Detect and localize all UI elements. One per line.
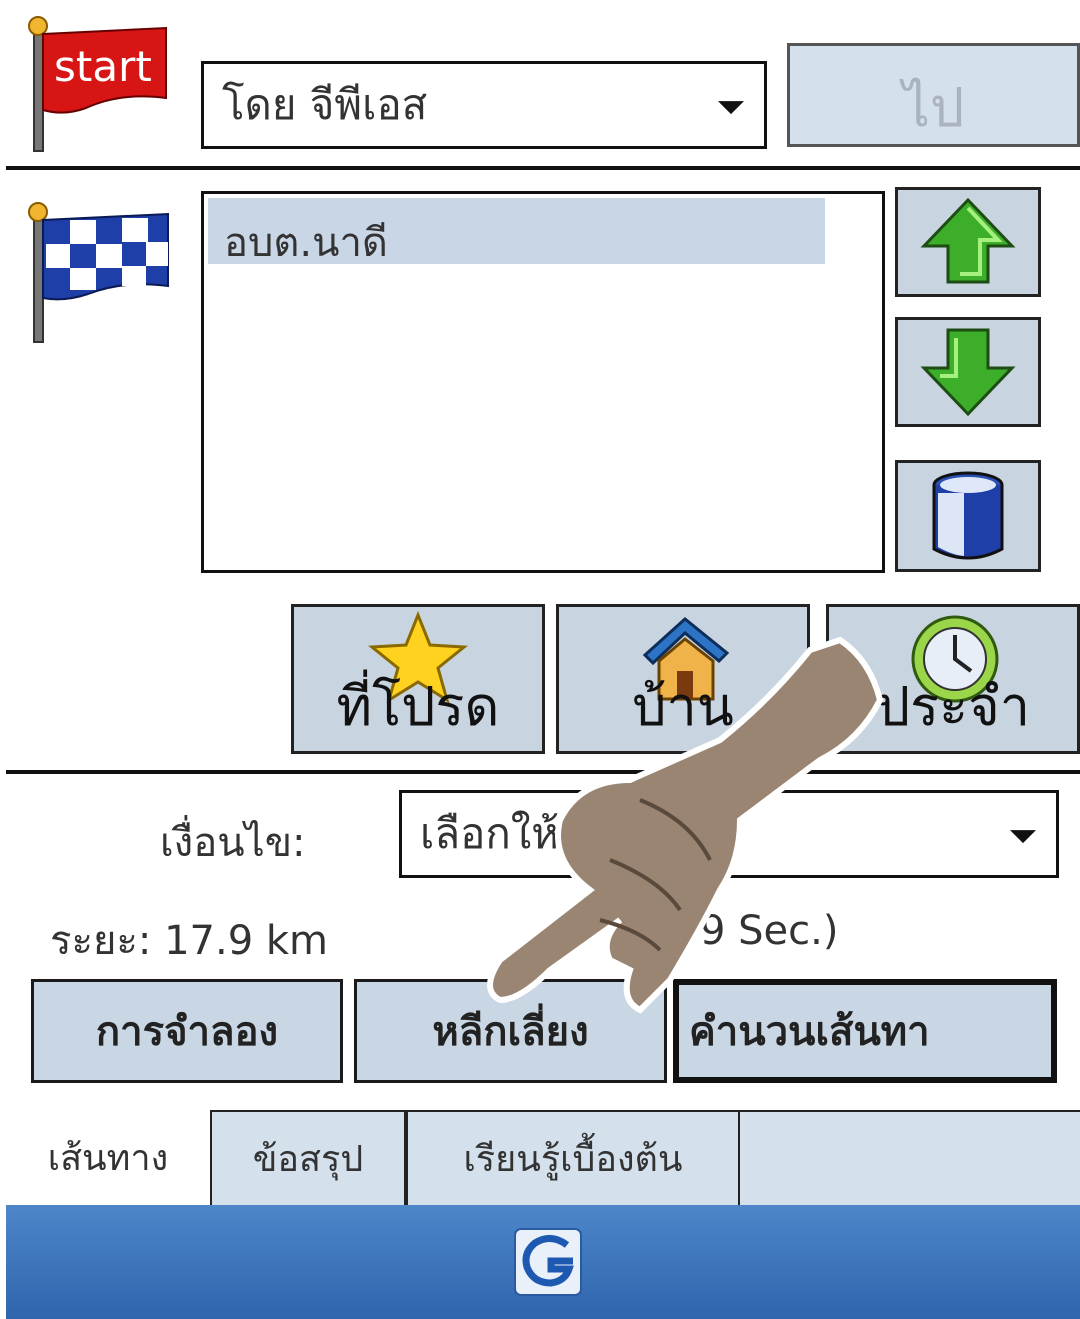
simulate-label: การจำลอง <box>95 1009 279 1055</box>
start-flag-icon: start <box>26 12 176 157</box>
arrow-down-icon <box>920 328 1016 417</box>
tab-strip-fill <box>740 1110 1080 1205</box>
list-item[interactable]: อบต.นาดี <box>208 198 825 266</box>
divider-top <box>6 166 1080 170</box>
destination-list[interactable]: อบต.นาดี <box>201 191 885 573</box>
tab-tutorial[interactable]: เรียนรู้เบื้องต้น <box>406 1110 740 1205</box>
go-button-label: ไป <box>902 76 965 139</box>
pointing-hand-icon <box>487 636 884 1014</box>
tab-tutorial-label: เรียนรู้เบื้องต้น <box>463 1139 683 1180</box>
route-source-value: โดย จีพีเอส <box>222 80 428 129</box>
conditions-label: เงื่อนไข: <box>160 820 306 866</box>
top-edge <box>0 0 1080 6</box>
start-flag-text: start <box>54 42 152 91</box>
destination-item-label: อบต.นาดี <box>224 220 388 266</box>
finish-flag-icon <box>26 198 176 348</box>
clear-list-button[interactable] <box>895 460 1041 572</box>
route-source-select[interactable]: โดย จีพีเอส <box>201 61 767 149</box>
go-button[interactable]: ไป <box>787 43 1080 147</box>
tab-route-label: เส้นทาง <box>47 1138 169 1179</box>
move-up-button[interactable] <box>895 187 1041 297</box>
simulate-button[interactable]: การจำลอง <box>31 979 343 1083</box>
app-logo-icon[interactable] <box>511 1225 585 1299</box>
tab-route[interactable]: เส้นทาง <box>6 1110 210 1205</box>
trash-bin-icon <box>932 471 1004 560</box>
tab-summary-label: ข้อสรุป <box>252 1139 364 1180</box>
tab-summary[interactable]: ข้อสรุป <box>210 1110 406 1205</box>
distance-text: ระยะ: 17.9 km <box>50 918 328 964</box>
arrow-up-icon <box>920 197 1016 284</box>
taskbar <box>6 1205 1080 1319</box>
chevron-down-icon <box>1010 830 1036 844</box>
move-down-button[interactable] <box>895 317 1041 427</box>
chevron-down-icon <box>718 101 744 115</box>
